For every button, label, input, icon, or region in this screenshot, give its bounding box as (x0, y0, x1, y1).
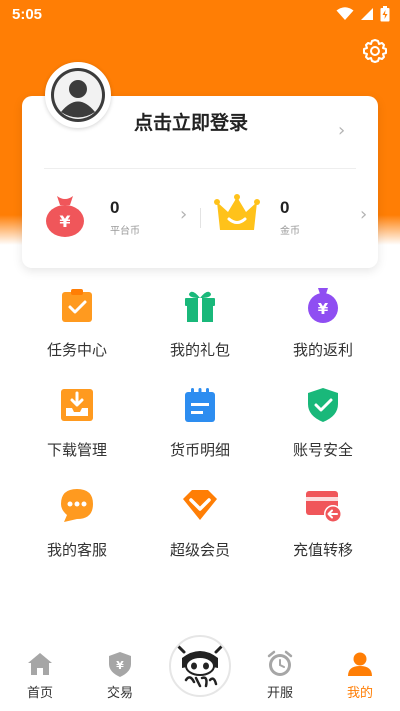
platform-coin-row[interactable]: ¥ 0 平台币 › (22, 192, 200, 248)
home-icon (28, 653, 52, 675)
grid-item-currency-details[interactable]: 货币明细 (145, 382, 255, 470)
chat-icon (61, 489, 93, 522)
tab-label: 交易 (106, 685, 133, 700)
tab-label: 我的 (346, 685, 373, 700)
platform-coin-value: 0 (110, 198, 120, 217)
card-transfer-icon (306, 491, 342, 523)
gold-coin-label: 金币 (280, 226, 300, 237)
currency-icon (185, 388, 215, 422)
settings-button[interactable] (360, 36, 390, 66)
avatar[interactable] (45, 62, 111, 128)
grid-label: 超级会员 (169, 542, 230, 559)
money-bag-icon: ¥ (46, 196, 84, 237)
download-icon (61, 389, 93, 421)
divider (44, 168, 356, 169)
crown-icon (214, 194, 260, 230)
svg-text:¥: ¥ (116, 659, 124, 672)
default-avatar-icon (51, 68, 105, 122)
tab-trade[interactable]: ¥ 交易 (88, 650, 152, 706)
status-icons (336, 6, 390, 22)
status-bar: 5:05 (0, 0, 400, 28)
grid-label: 下载管理 (46, 442, 107, 459)
chevron-right-icon: › (338, 120, 346, 141)
grid-item-customer-service[interactable]: 我的客服 (22, 482, 132, 570)
gold-coin-row[interactable]: 0 金币 › (202, 192, 378, 248)
alarm-icon (267, 650, 293, 676)
vip-icon (183, 490, 217, 520)
gear-icon (363, 39, 387, 63)
grid-label: 我的礼包 (169, 342, 230, 359)
tab-server-open[interactable]: 开服 (248, 650, 312, 706)
battery-icon (380, 6, 390, 22)
grid-item-task-center[interactable]: 任务中心 (22, 282, 132, 370)
shield-icon (308, 388, 338, 422)
tab-label: 首页 (26, 685, 53, 700)
grid-label: 我的客服 (46, 542, 107, 559)
task-icon (62, 289, 92, 322)
grid-label: 任务中心 (46, 342, 107, 359)
gift-icon (185, 291, 215, 322)
chevron-right-icon: › (180, 204, 188, 225)
grid-label: 充值转移 (292, 542, 353, 559)
grid-item-account-security[interactable]: 账号安全 (268, 382, 378, 470)
chevron-right-icon: › (360, 204, 368, 225)
grid-item-download-manager[interactable]: 下载管理 (22, 382, 132, 470)
status-time: 5:05 (12, 5, 43, 23)
grid-label: 货币明细 (169, 442, 230, 459)
grid-label: 我的返利 (292, 342, 353, 359)
gold-coin-value: 0 (280, 198, 290, 217)
signal-icon (361, 8, 373, 20)
wifi-icon (336, 7, 354, 20)
tab-mine[interactable]: 我的 (328, 650, 392, 706)
grid-item-super-member[interactable]: 超级会员 (145, 482, 255, 570)
login-text[interactable]: 点击立即登录 (134, 108, 248, 135)
grid-label: 账号安全 (292, 442, 353, 459)
user-icon (348, 652, 372, 676)
grid-item-my-gifts[interactable]: 我的礼包 (145, 282, 255, 370)
center-brand-logo[interactable] (169, 635, 231, 697)
ninja-mascot-logo (173, 639, 227, 693)
svg-text:¥: ¥ (59, 212, 70, 231)
platform-coin-label: 平台币 (110, 226, 140, 237)
tab-home[interactable]: 首页 (8, 650, 72, 706)
trade-icon: ¥ (109, 652, 131, 677)
grid-item-my-rebate[interactable]: ¥ 我的返利 (268, 282, 378, 370)
rebate-icon: ¥ (308, 288, 338, 323)
svg-text:¥: ¥ (318, 300, 329, 318)
tab-label: 开服 (266, 685, 293, 700)
grid-item-recharge-transfer[interactable]: 充值转移 (268, 482, 378, 570)
vertical-divider (200, 208, 201, 228)
